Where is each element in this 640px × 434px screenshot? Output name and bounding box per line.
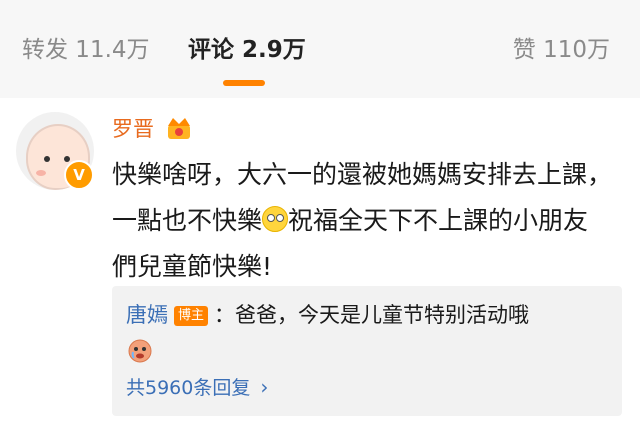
- avatar-eye-icon: [64, 156, 70, 162]
- author-badge: 博主: [174, 306, 209, 326]
- tab-like[interactable]: 赞 110万: [513, 32, 610, 68]
- reply-preview-box[interactable]: 唐嫣 博主 ：爸爸，今天是儿童节特别活动哦 共5960条回复 ›: [112, 286, 622, 416]
- reply-author-name[interactable]: 唐嫣: [126, 303, 168, 327]
- rolling-eyes-emoji-icon: [262, 206, 289, 232]
- comment-body: 快樂啥呀，大六一的還被她媽媽安排去上課，一點也不快樂 祝福全天下不上課的小朋友們兒…: [112, 152, 612, 290]
- avatar-eye-icon: [44, 156, 50, 162]
- tab-repost[interactable]: 转发 11.4万: [22, 32, 150, 68]
- tab-comment[interactable]: 评论 2.9万: [188, 32, 306, 68]
- reply-line: 唐嫣 博主 ：爸爸，今天是儿童节特别活动哦: [126, 300, 529, 330]
- comment-tabs-bar: 转发 11.4万 评论 2.9万 赞 110万: [0, 0, 640, 98]
- comment-username[interactable]: 罗晋: [112, 115, 154, 143]
- avatar-cheek-icon: [36, 170, 46, 176]
- crying-emoji-icon: [128, 339, 152, 363]
- more-replies-link[interactable]: 共5960条回复 ›: [126, 372, 268, 403]
- vip-badge-icon: V: [64, 160, 94, 190]
- chevron-right-icon: ›: [260, 375, 269, 399]
- more-replies-label: 共5960条回复: [126, 377, 251, 399]
- reply-text: ：爸爸，今天是儿童节特别活动哦: [214, 303, 530, 327]
- active-tab-indicator: [223, 80, 265, 86]
- crown-icon: [168, 118, 190, 139]
